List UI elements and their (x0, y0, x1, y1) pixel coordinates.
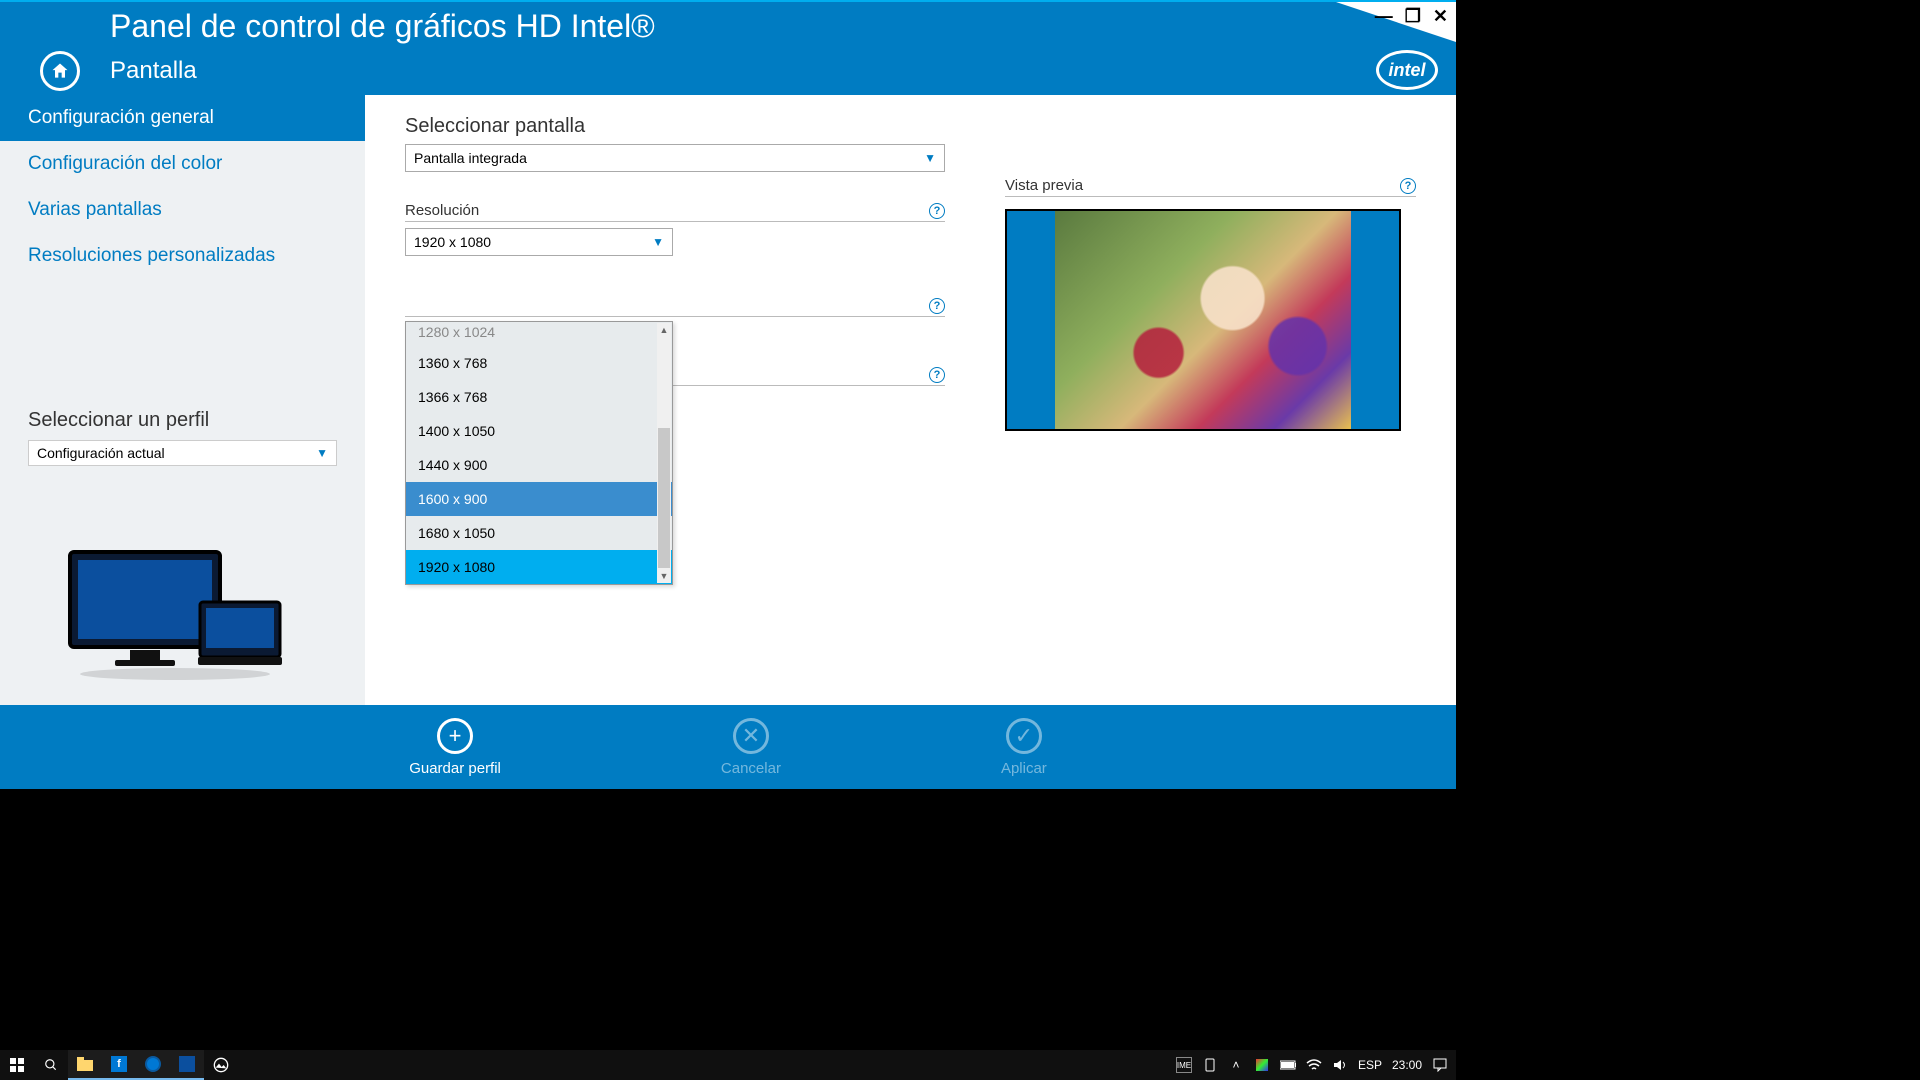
dropdown-scrollbar[interactable]: ▲ ▼ (657, 323, 671, 583)
main-content: Seleccionar pantalla Pantalla integrada … (365, 95, 1456, 707)
tray-ime[interactable]: IME (1176, 1057, 1192, 1073)
footer: + Guardar perfil ✕ Cancelar ✓ Aplicar (0, 705, 1456, 789)
resolution-dropdown[interactable]: 1920 x 1080 ▼ (405, 228, 673, 256)
taskbar-app-1[interactable]: f (102, 1050, 136, 1080)
select-display-value: Pantalla integrada (414, 150, 527, 166)
tray-wifi-icon[interactable] (1306, 1057, 1322, 1073)
preview-image (1055, 211, 1351, 429)
tray-battery-icon[interactable] (1280, 1057, 1296, 1073)
sidebar-nav: Configuración generalConfiguración del c… (0, 95, 365, 279)
taskbar-file-explorer[interactable] (68, 1050, 102, 1080)
profile-select-value: Configuración actual (37, 445, 165, 461)
resolution-option[interactable]: 1280 x 1024 (406, 322, 672, 346)
tray-clock[interactable]: 23:00 (1392, 1058, 1422, 1072)
scroll-down-button[interactable]: ▼ (657, 569, 671, 583)
sidebar-item-3[interactable]: Resoluciones personalizadas (0, 233, 365, 279)
profile-label: Seleccionar un perfil (28, 409, 337, 432)
resolution-option[interactable]: 1680 x 1050 (406, 516, 672, 550)
tray-language[interactable]: ESP (1358, 1058, 1382, 1072)
help-icon[interactable]: ? (1400, 178, 1416, 194)
edge-icon (145, 1056, 161, 1072)
photos-icon (213, 1057, 229, 1073)
tray-volume-icon[interactable] (1332, 1057, 1348, 1073)
sidebar-item-2[interactable]: Varias pantallas (0, 187, 365, 233)
apply-label: Aplicar (1001, 760, 1047, 777)
intel-app-icon (179, 1056, 195, 1072)
preview-label: Vista previa (1005, 177, 1083, 194)
close-button[interactable]: ✕ (1433, 6, 1448, 27)
cancel-label: Cancelar (721, 760, 781, 777)
window-controls: — ❐ ✕ (1375, 6, 1448, 27)
help-icon[interactable]: ? (929, 367, 945, 383)
cancel-button[interactable]: ✕ Cancelar (721, 718, 781, 777)
preview-box (1005, 209, 1401, 431)
scrollbar-thumb[interactable] (658, 428, 670, 568)
section-title: Pantalla (110, 57, 197, 85)
resolution-option[interactable]: 1400 x 1050 (406, 414, 672, 448)
chevron-down-icon: ▼ (924, 151, 936, 165)
app-title: Panel de control de gráficos HD Intel® (0, 2, 1456, 45)
tray-chevron-up-icon[interactable]: ˄ (1228, 1057, 1244, 1073)
taskbar-app-2[interactable] (204, 1050, 238, 1080)
save-profile-button[interactable]: + Guardar perfil (409, 718, 501, 777)
maximize-button[interactable]: ❐ (1405, 6, 1421, 27)
select-display-label: Seleccionar pantalla (405, 115, 945, 138)
check-icon: ✓ (1006, 718, 1042, 754)
sidebar: Configuración generalConfiguración del c… (0, 95, 365, 707)
intel-graphics-control-panel: — ❐ ✕ Panel de control de gráficos HD In… (0, 0, 1456, 789)
display-illustration (0, 522, 365, 707)
select-display-dropdown[interactable]: Pantalla integrada ▼ (405, 144, 945, 172)
resolution-value: 1920 x 1080 (414, 234, 491, 250)
plus-icon: + (437, 718, 473, 754)
chevron-down-icon: ▼ (652, 235, 664, 249)
minimize-button[interactable]: — (1375, 6, 1393, 27)
save-profile-label: Guardar perfil (409, 760, 501, 777)
sidebar-item-1[interactable]: Configuración del color (0, 141, 365, 187)
search-button[interactable] (34, 1050, 68, 1080)
chevron-down-icon: ▼ (316, 446, 328, 460)
resolution-option[interactable]: 1366 x 768 (406, 380, 672, 414)
start-button[interactable] (0, 1050, 34, 1080)
intel-logo: intel (1376, 50, 1438, 90)
taskbar-edge[interactable] (136, 1050, 170, 1080)
app-icon: f (111, 1056, 127, 1072)
windows-icon (10, 1058, 24, 1072)
resolution-option[interactable]: 1440 x 900 (406, 448, 672, 482)
profile-select[interactable]: Configuración actual ▼ (28, 440, 337, 466)
header: — ❐ ✕ Panel de control de gráficos HD In… (0, 2, 1456, 95)
folder-icon (77, 1057, 93, 1071)
sidebar-item-0[interactable]: Configuración general (0, 95, 365, 141)
cancel-icon: ✕ (733, 718, 769, 754)
help-icon[interactable]: ? (929, 203, 945, 219)
windows-taskbar: f IME ˄ ESP 23:00 (0, 1050, 1456, 1080)
search-icon (44, 1058, 58, 1072)
resolution-option[interactable]: 1920 x 1080 (406, 550, 672, 584)
resolution-dropdown-list: 1280 x 10241360 x 7681366 x 7681400 x 10… (405, 321, 673, 585)
taskbar-intel-graphics[interactable] (170, 1050, 204, 1080)
tray-app-icon[interactable] (1254, 1057, 1270, 1073)
resolution-label: Resolución (405, 202, 479, 219)
scroll-up-button[interactable]: ▲ (657, 323, 671, 337)
home-button[interactable] (40, 51, 80, 91)
apply-button[interactable]: ✓ Aplicar (1001, 718, 1047, 777)
resolution-option[interactable]: 1600 x 900 (406, 482, 672, 516)
help-icon[interactable]: ? (929, 298, 945, 314)
tray-device-icon[interactable] (1202, 1057, 1218, 1073)
resolution-option[interactable]: 1360 x 768 (406, 346, 672, 380)
home-icon (50, 61, 70, 81)
tray-notifications-icon[interactable] (1432, 1057, 1448, 1073)
